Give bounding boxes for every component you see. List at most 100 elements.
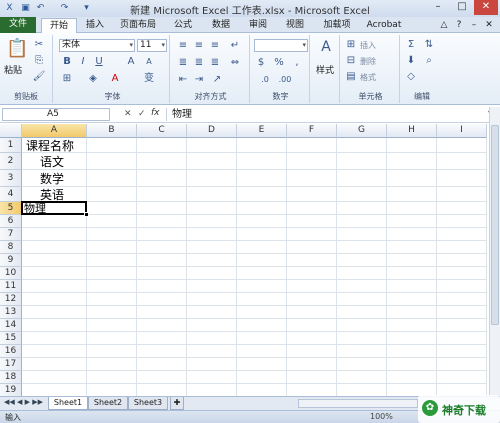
- format-cells-button[interactable]: 格式: [360, 72, 376, 83]
- border-icon[interactable]: ⊞: [60, 73, 74, 85]
- cell-C6[interactable]: [137, 215, 187, 228]
- cell-H7[interactable]: [387, 228, 437, 241]
- cell-E9[interactable]: [237, 254, 287, 267]
- cell-G14[interactable]: [337, 319, 387, 332]
- tab-file[interactable]: 文件: [0, 17, 36, 33]
- cell-C5[interactable]: [137, 202, 187, 215]
- cell-A16[interactable]: [22, 345, 87, 358]
- sheet-tab-sheet2[interactable]: Sheet2: [88, 397, 128, 410]
- cell-C8[interactable]: [137, 241, 187, 254]
- sheet-tab-sheet1[interactable]: Sheet1: [48, 397, 88, 410]
- cell-I16[interactable]: [437, 345, 487, 358]
- cell-H5[interactable]: [387, 202, 437, 215]
- align-right-icon[interactable]: ≣: [208, 57, 222, 69]
- wrap-text-icon[interactable]: ↵: [228, 40, 242, 52]
- column-header[interactable]: I: [437, 124, 487, 138]
- cell-G3[interactable]: [337, 170, 387, 187]
- row-header[interactable]: 13: [0, 306, 22, 319]
- cut-icon[interactable]: ✂: [32, 39, 46, 51]
- cell-C18[interactable]: [137, 371, 187, 384]
- scrollbar-thumb[interactable]: [491, 125, 499, 325]
- cell-G18[interactable]: [337, 371, 387, 384]
- cell-H11[interactable]: [387, 280, 437, 293]
- column-header[interactable]: F: [287, 124, 337, 138]
- cell-E1[interactable]: [237, 138, 287, 153]
- maximize-button[interactable]: □: [450, 0, 474, 15]
- cell-G7[interactable]: [337, 228, 387, 241]
- cell-G2[interactable]: [337, 153, 387, 170]
- cell-D3[interactable]: [187, 170, 237, 187]
- cell-H13[interactable]: [387, 306, 437, 319]
- percent-icon[interactable]: %: [272, 57, 286, 69]
- cell-A15[interactable]: [22, 332, 87, 345]
- cell-D9[interactable]: [187, 254, 237, 267]
- cell-B10[interactable]: [87, 267, 137, 280]
- cell-E18[interactable]: [237, 371, 287, 384]
- cell-B12[interactable]: [87, 293, 137, 306]
- cell-F3[interactable]: [287, 170, 337, 187]
- cell-A9[interactable]: [22, 254, 87, 267]
- paste-icon[interactable]: 📋: [6, 39, 28, 59]
- cell-I2[interactable]: [437, 153, 487, 170]
- comma-icon[interactable]: ,: [290, 57, 304, 69]
- cell-I1[interactable]: [437, 138, 487, 153]
- column-header[interactable]: E: [237, 124, 287, 138]
- cell-D2[interactable]: [187, 153, 237, 170]
- cell-B2[interactable]: [87, 153, 137, 170]
- cell-I6[interactable]: [437, 215, 487, 228]
- font-name-select[interactable]: 宋体 ▾: [59, 39, 135, 52]
- cell-H4[interactable]: [387, 187, 437, 202]
- clear-icon[interactable]: ◇: [404, 71, 418, 83]
- column-header[interactable]: D: [187, 124, 237, 138]
- row-header[interactable]: 4: [0, 187, 22, 202]
- cell-F9[interactable]: [287, 254, 337, 267]
- underline-icon[interactable]: U: [92, 56, 106, 68]
- cell-A11[interactable]: [22, 280, 87, 293]
- cell-D11[interactable]: [187, 280, 237, 293]
- cell-H2[interactable]: [387, 153, 437, 170]
- tab-addins[interactable]: 加载项: [316, 18, 358, 33]
- align-middle-icon[interactable]: ≡: [192, 40, 206, 52]
- cell-E16[interactable]: [237, 345, 287, 358]
- cell-C15[interactable]: [137, 332, 187, 345]
- cell-F7[interactable]: [287, 228, 337, 241]
- cell-D7[interactable]: [187, 228, 237, 241]
- column-header[interactable]: G: [337, 124, 387, 138]
- delete-cells-button[interactable]: 删除: [360, 56, 376, 67]
- cell-G17[interactable]: [337, 358, 387, 371]
- cell-C19[interactable]: [137, 384, 187, 396]
- cell-G8[interactable]: [337, 241, 387, 254]
- cell-B6[interactable]: [87, 215, 137, 228]
- cell-B16[interactable]: [87, 345, 137, 358]
- column-header[interactable]: A: [22, 124, 87, 138]
- phonetic-icon[interactable]: 变: [142, 73, 156, 85]
- cell-A18[interactable]: [22, 371, 87, 384]
- fill-handle[interactable]: [84, 212, 89, 217]
- cell-A17[interactable]: [22, 358, 87, 371]
- cell-B19[interactable]: [87, 384, 137, 396]
- cell-C1[interactable]: [137, 138, 187, 153]
- cell-E6[interactable]: [237, 215, 287, 228]
- row-header[interactable]: 2: [0, 153, 22, 170]
- cell-B11[interactable]: [87, 280, 137, 293]
- cell-F12[interactable]: [287, 293, 337, 306]
- workbook-minimize-icon[interactable]: –: [468, 18, 480, 33]
- cell-A10[interactable]: [22, 267, 87, 280]
- cell-H3[interactable]: [387, 170, 437, 187]
- cell-G4[interactable]: [337, 187, 387, 202]
- cell-I15[interactable]: [437, 332, 487, 345]
- tab-data[interactable]: 数据: [205, 18, 237, 33]
- tab-page-layout[interactable]: 页面布局: [114, 18, 162, 33]
- cell-H14[interactable]: [387, 319, 437, 332]
- cell-C7[interactable]: [137, 228, 187, 241]
- cell-H10[interactable]: [387, 267, 437, 280]
- column-header[interactable]: H: [387, 124, 437, 138]
- cell-F1[interactable]: [287, 138, 337, 153]
- align-bottom-icon[interactable]: ≡: [208, 40, 222, 52]
- cell-E17[interactable]: [237, 358, 287, 371]
- cell-H1[interactable]: [387, 138, 437, 153]
- cell-H15[interactable]: [387, 332, 437, 345]
- name-box[interactable]: A5: [2, 108, 110, 121]
- format-painter-icon[interactable]: 🖌: [32, 71, 46, 83]
- cell-B17[interactable]: [87, 358, 137, 371]
